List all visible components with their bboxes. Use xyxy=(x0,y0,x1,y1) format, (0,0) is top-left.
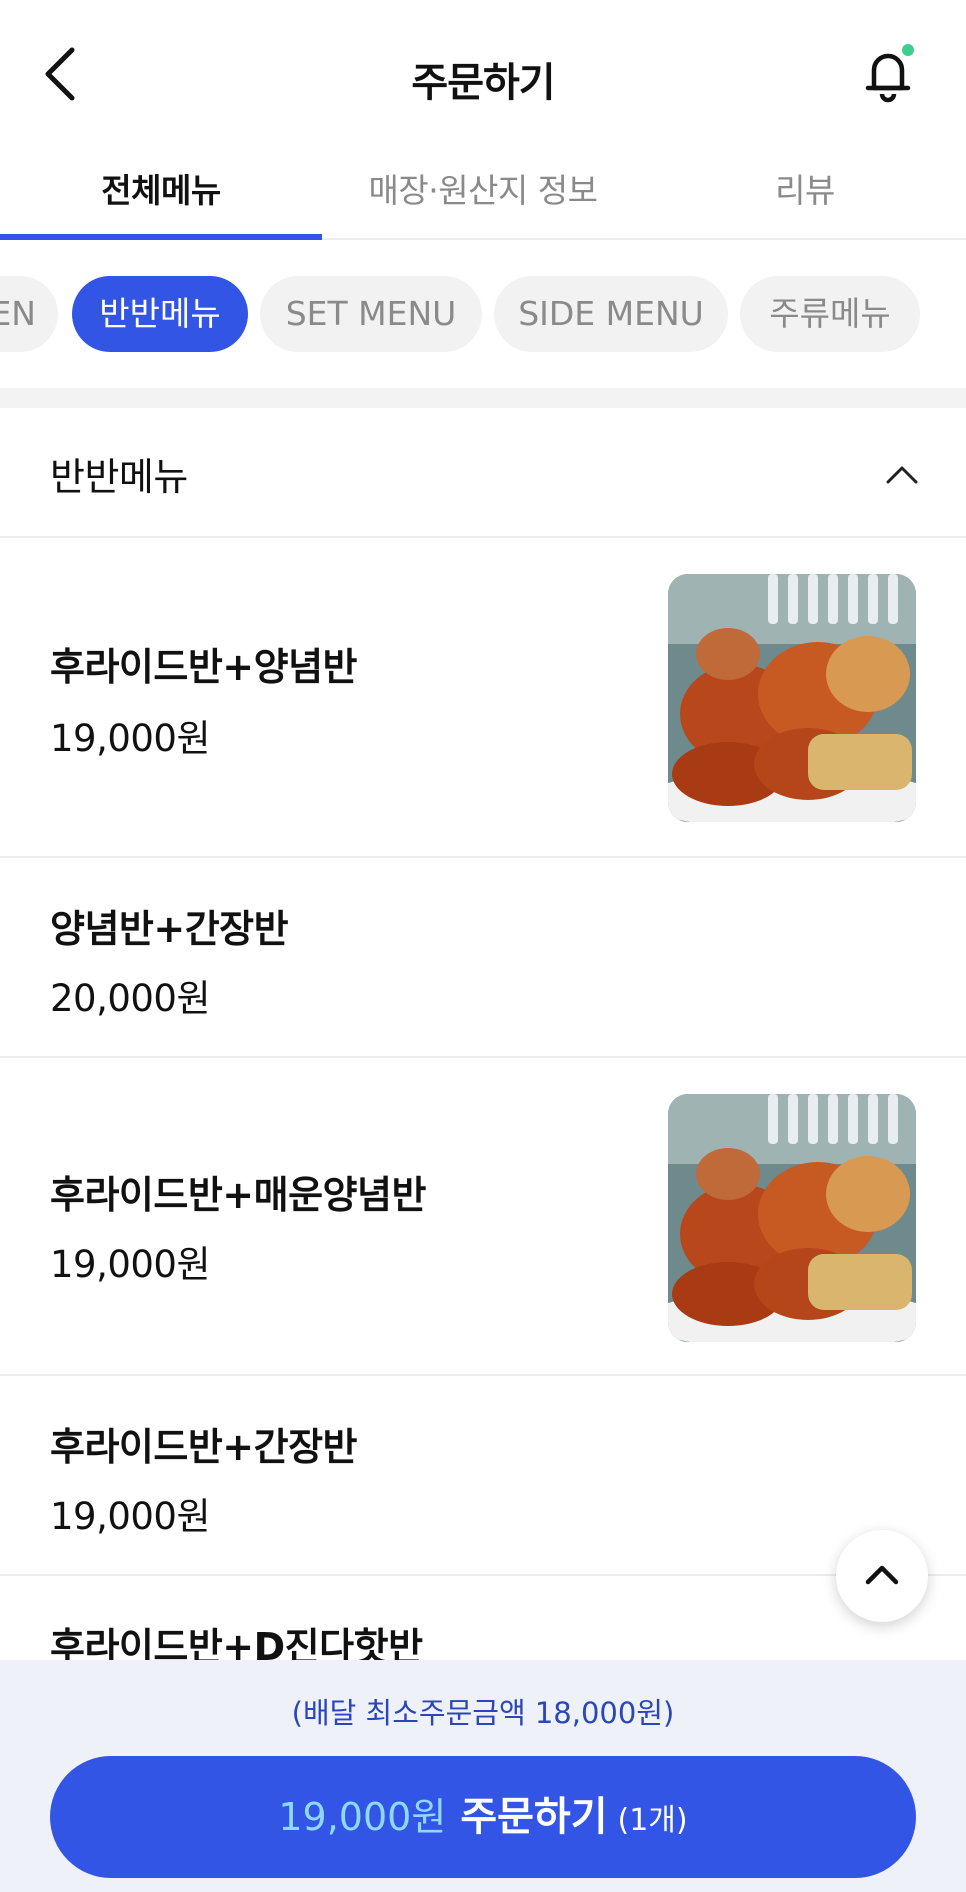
section-divider xyxy=(0,388,966,408)
tab-store-info[interactable]: 매장·원산지 정보 xyxy=(322,150,644,238)
menu-item[interactable]: 후라이드반+간장반 19,000원 xyxy=(0,1376,966,1576)
bell-icon xyxy=(865,44,914,103)
main-tabs: 전체메뉴 매장·원산지 정보 리뷰 xyxy=(0,150,966,240)
tab-all-menu[interactable]: 전체메뉴 xyxy=(0,150,322,240)
chevron-up-icon xyxy=(865,1565,899,1585)
chevron-up-icon xyxy=(886,466,918,484)
menu-item-image xyxy=(668,574,916,822)
category-chips: EN 반반메뉴 SET MENU SIDE MENU 주류메뉴 xyxy=(0,276,966,356)
menu-item[interactable]: 양념반+간장반 20,000원 xyxy=(0,858,966,1058)
menu-item-name: 양념반+간장반 xyxy=(50,907,289,951)
menu-item-price: 19,000원 xyxy=(50,717,211,760)
collapse-button[interactable] xyxy=(878,450,926,498)
menu-item-name: 후라이드반+간장반 xyxy=(50,1425,358,1469)
order-item-count: (1개) xyxy=(617,1803,688,1838)
tab-reviews[interactable]: 리뷰 xyxy=(644,150,966,238)
section-title: 반반메뉴 xyxy=(50,455,188,499)
section-header[interactable]: 반반메뉴 xyxy=(0,408,966,538)
notification-button[interactable] xyxy=(860,44,916,104)
menu-item-price: 20,000원 xyxy=(50,977,211,1020)
page-title: 주문하기 xyxy=(411,60,555,106)
order-button-label: 주문하기 xyxy=(460,1794,608,1840)
notification-dot xyxy=(902,44,914,56)
category-chip-side-menu[interactable]: SIDE MENU xyxy=(494,276,728,352)
category-chip-set-menu[interactable]: SET MENU xyxy=(260,276,482,352)
category-chip-half-half[interactable]: 반반메뉴 xyxy=(72,276,248,352)
order-button[interactable]: 19,000원 주문하기 (1개) xyxy=(50,1756,916,1878)
menu-item-name: 후라이드반+매운양념반 xyxy=(50,1173,426,1217)
order-total-price: 19,000원 xyxy=(278,1795,447,1839)
menu-item-image xyxy=(668,1094,916,1342)
menu-item-price: 19,000원 xyxy=(50,1243,211,1286)
category-chip-partial[interactable]: EN xyxy=(0,276,58,352)
menu-item[interactable]: 후라이드반+매운양념반 19,000원 xyxy=(0,1058,966,1376)
scroll-to-top-button[interactable] xyxy=(836,1530,928,1622)
menu-item[interactable]: 후라이드반+양념반 19,000원 xyxy=(0,540,966,858)
menu-item-price: 19,000원 xyxy=(50,1495,211,1538)
app-header: 주문하기 xyxy=(0,0,966,150)
category-chip-drinks[interactable]: 주류메뉴 xyxy=(740,276,920,352)
min-order-notice: (배달 최소주문금액 18,000원) xyxy=(291,1696,675,1730)
menu-item-name: 후라이드반+양념반 xyxy=(50,645,358,689)
order-bar: (배달 최소주문금액 18,000원) 19,000원 주문하기 (1개) xyxy=(0,1660,966,1892)
